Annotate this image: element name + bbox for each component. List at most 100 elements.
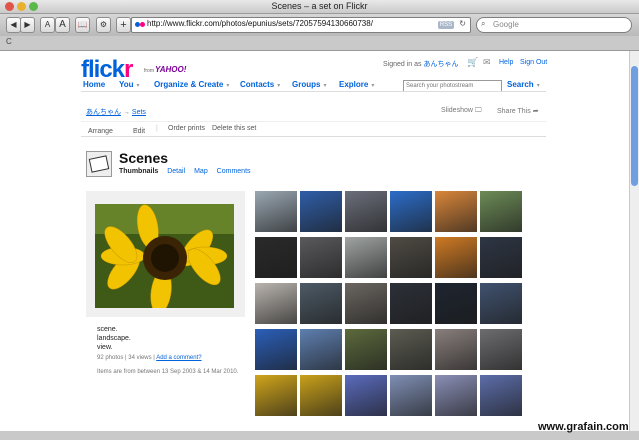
- tab-detail[interactable]: Detail: [167, 168, 185, 175]
- photo-thumbnail[interactable]: [390, 375, 432, 416]
- nav-search[interactable]: Search ▾: [507, 80, 540, 89]
- order-prints-link[interactable]: Order prints: [168, 125, 205, 132]
- nav-you[interactable]: You ▾: [119, 80, 140, 89]
- mail-icon[interactable]: ✉: [483, 57, 491, 68]
- add-comment-link[interactable]: Add a comment?: [156, 355, 201, 361]
- photo-thumbnail[interactable]: [300, 329, 342, 370]
- text-bigger-button[interactable]: A: [55, 17, 70, 33]
- gear-icon[interactable]: ⚙: [96, 17, 111, 33]
- window-titlebar: Scenes – a set on Flickr: [0, 0, 639, 14]
- photo-thumbnail[interactable]: [345, 191, 387, 232]
- bookmarks-icon[interactable]: 📖: [75, 17, 90, 33]
- address-bar[interactable]: http://www.flickr.com/photos/epunius/set…: [131, 17, 471, 33]
- search-placeholder: Google: [493, 20, 519, 29]
- signed-in-status: Signed in as あんちゃん: [383, 61, 459, 68]
- photo-thumbnail[interactable]: [300, 237, 342, 278]
- nav-explore[interactable]: Explore ▾: [339, 80, 374, 89]
- tab-map[interactable]: Map: [194, 168, 208, 175]
- chevron-down-icon: ▾: [371, 83, 375, 89]
- from-label: from: [144, 68, 154, 74]
- photo-thumbnail[interactable]: [255, 375, 297, 416]
- photo-thumbnail[interactable]: [300, 375, 342, 416]
- sign-out-link[interactable]: Sign Out: [520, 59, 547, 66]
- photo-thumbnail[interactable]: [255, 329, 297, 370]
- reload-icon[interactable]: ↻: [459, 19, 466, 28]
- photo-thumbnail[interactable]: [390, 191, 432, 232]
- slideshow-button[interactable]: Slideshow 🖵: [441, 107, 482, 115]
- delete-set-link[interactable]: Delete this set: [212, 125, 256, 132]
- cart-icon[interactable]: 🛒: [467, 57, 478, 68]
- thumbnail-grid: [255, 191, 525, 416]
- breadcrumb-user-link[interactable]: あんちゃん: [86, 109, 121, 116]
- photo-thumbnail[interactable]: [480, 329, 522, 370]
- photo-thumbnail[interactable]: [345, 283, 387, 324]
- photo-thumbnail[interactable]: [255, 283, 297, 324]
- photo-thumbnail[interactable]: [435, 237, 477, 278]
- url-text[interactable]: http://www.flickr.com/photos/epunius/set…: [147, 19, 373, 28]
- photo-thumbnail[interactable]: [480, 283, 522, 324]
- photo-thumbnail[interactable]: [255, 237, 297, 278]
- breadcrumb-sets-link[interactable]: Sets: [132, 109, 146, 116]
- add-bookmark-button[interactable]: +: [116, 17, 131, 33]
- photo-thumbnail[interactable]: [390, 283, 432, 324]
- forward-button[interactable]: ▶: [20, 17, 35, 33]
- share-button[interactable]: Share This ➦: [497, 107, 539, 115]
- set-action-bar: Arrange ▾ Edit ▾ | Order prints Delete thi…: [81, 121, 546, 137]
- nav-home[interactable]: Home: [83, 80, 105, 89]
- set-title: Scenes: [119, 150, 169, 166]
- chevron-down-icon: ▾: [277, 83, 281, 89]
- primary-photo[interactable]: [95, 204, 234, 308]
- bookmarks-bar: C: [0, 36, 639, 51]
- chevron-down-icon: ▾: [90, 128, 93, 134]
- set-stats: 92 photos | 34 views | Add a comment?: [97, 355, 202, 361]
- chevron-down-icon: ▾: [136, 83, 140, 89]
- photo-thumbnail[interactable]: [435, 283, 477, 324]
- signed-in-user-link[interactable]: あんちゃん: [423, 61, 458, 68]
- action-divider: |: [156, 125, 158, 132]
- photo-thumbnail[interactable]: [390, 329, 432, 370]
- primary-photo-frame: [86, 191, 245, 317]
- set-view-tabs: Thumbnails Detail Map Comments: [119, 168, 258, 175]
- bookmark-item[interactable]: C: [6, 37, 12, 46]
- watermark: www.grafain.com: [538, 421, 629, 433]
- nav-groups[interactable]: Groups ▾: [292, 80, 326, 89]
- tab-thumbnails[interactable]: Thumbnails: [119, 168, 158, 175]
- photo-thumbnail[interactable]: [435, 375, 477, 416]
- window-title: Scenes – a set on Flickr: [271, 1, 368, 11]
- photo-thumbnail[interactable]: [480, 375, 522, 416]
- help-link[interactable]: Help: [499, 59, 513, 66]
- search-icon: ⌕: [481, 19, 486, 28]
- text-smaller-button[interactable]: A: [40, 17, 55, 33]
- back-button[interactable]: ◀: [6, 17, 21, 33]
- flickr-favicon-pink-icon: [140, 22, 145, 27]
- rss-icon[interactable]: RSS: [438, 21, 454, 29]
- photo-thumbnail[interactable]: [255, 191, 297, 232]
- photo-thumbnail[interactable]: [345, 375, 387, 416]
- nav-organize[interactable]: Organize & Create ▾: [154, 80, 229, 89]
- nav-contacts[interactable]: Contacts ▾: [240, 80, 280, 89]
- web-search-field[interactable]: ⌕ Google: [476, 17, 632, 33]
- photo-thumbnail[interactable]: [300, 283, 342, 324]
- photo-thumbnail[interactable]: [435, 329, 477, 370]
- browser-toolbar: ◀ ▶ A A 📖 ⚙ + http://www.flickr.com/phot…: [0, 14, 639, 36]
- breadcrumb-separator: →: [122, 109, 130, 116]
- chevron-down-icon: ▾: [226, 83, 230, 89]
- breadcrumb: あんちゃん → Sets: [86, 107, 146, 117]
- set-icon: [86, 151, 112, 177]
- tab-comments[interactable]: Comments: [217, 168, 251, 175]
- photo-thumbnail[interactable]: [345, 237, 387, 278]
- photo-thumbnail[interactable]: [435, 191, 477, 232]
- scrollbar-thumb[interactable]: [631, 66, 638, 186]
- web-page: flickr from YAHOO! Signed in as あんちゃん 🛒 …: [0, 51, 629, 431]
- chevron-down-icon: ▾: [323, 83, 327, 89]
- photo-thumbnail[interactable]: [300, 191, 342, 232]
- photo-thumbnail[interactable]: [480, 237, 522, 278]
- nav-divider: [81, 91, 546, 92]
- monitor-icon: 🖵: [474, 107, 482, 114]
- photo-thumbnail[interactable]: [390, 237, 432, 278]
- chevron-down-icon: ▾: [536, 83, 540, 89]
- photo-thumbnail[interactable]: [345, 329, 387, 370]
- set-date-range: Items are from between 13 Sep 2003 & 14 …: [97, 369, 239, 375]
- photo-thumbnail[interactable]: [480, 191, 522, 232]
- set-description: scene. landscape. view.: [97, 326, 131, 351]
